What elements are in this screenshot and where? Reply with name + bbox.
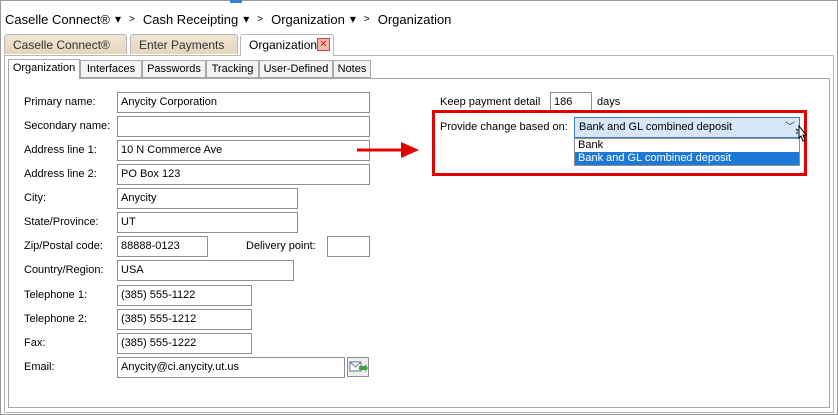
keep-payment-label: Keep payment detail: [440, 96, 541, 108]
tab-passwords[interactable]: Passwords: [142, 60, 206, 78]
breadcrumb-dropdown-icon[interactable]: ▾: [115, 12, 121, 26]
address2-field[interactable]: PO Box 123: [117, 164, 370, 185]
zip-field[interactable]: 88888-0123: [117, 236, 208, 257]
delivery-point-label: Delivery point:: [246, 240, 316, 252]
send-email-button[interactable]: [347, 357, 369, 377]
state-label: State/Province:: [24, 216, 99, 228]
telephone1-label: Telephone 1:: [24, 289, 87, 301]
chevron-down-icon[interactable]: ﹀: [785, 118, 795, 137]
provide-change-value: Bank and GL combined deposit: [579, 121, 733, 133]
address1-label: Address line 1:: [24, 144, 97, 156]
provide-change-options: Bank Bank and GL combined deposit: [574, 138, 800, 166]
option-bank[interactable]: Bank: [575, 139, 799, 152]
secondary-name-field[interactable]: [117, 116, 370, 137]
breadcrumb-dropdown-icon[interactable]: ▾: [350, 12, 356, 26]
top-accent: [230, 0, 242, 3]
doc-tab-label: Caselle Connect®: [13, 38, 110, 52]
zip-label: Zip/Postal code:: [24, 240, 103, 252]
breadcrumb-separator: >: [363, 13, 370, 25]
tab-organization[interactable]: Organization: [8, 59, 80, 79]
email-field[interactable]: Anycity@ci.anycity.ut.us: [117, 357, 345, 378]
doc-tab-caselle-connect[interactable]: Caselle Connect®: [4, 34, 127, 54]
close-icon[interactable]: ✕: [317, 38, 330, 51]
breadcrumb-separator: >: [257, 13, 264, 25]
breadcrumb-dropdown-icon[interactable]: ▾: [243, 12, 249, 26]
breadcrumb-item[interactable]: Organization: [271, 12, 345, 27]
telephone2-field[interactable]: (385) 555-1212: [117, 309, 252, 330]
primary-name-field[interactable]: Anycity Corporation: [117, 92, 370, 113]
address2-label: Address line 2:: [24, 168, 97, 180]
breadcrumb-item[interactable]: Organization: [378, 12, 452, 27]
doc-tab-enter-payments[interactable]: Enter Payments: [130, 34, 238, 54]
send-email-icon: [349, 361, 368, 372]
keep-payment-unit: days: [597, 96, 621, 108]
tab-tracking[interactable]: Tracking: [206, 60, 259, 78]
provide-change-dropdown[interactable]: Bank and GL combined deposit ﹀: [574, 117, 800, 138]
telephone1-field[interactable]: (385) 555-1122: [117, 285, 252, 306]
tab-user-defined[interactable]: User-Defined: [259, 60, 333, 78]
doc-tab-label: Enter Payments: [139, 38, 225, 52]
country-field[interactable]: USA: [117, 260, 294, 281]
breadcrumb-item[interactable]: Caselle Connect®: [5, 12, 110, 27]
delivery-point-field[interactable]: [327, 236, 370, 257]
state-field[interactable]: UT: [117, 212, 298, 233]
mouse-pointer-icon: [795, 125, 808, 142]
fax-field[interactable]: (385) 555-1222: [117, 333, 252, 354]
primary-name-label: Primary name:: [24, 96, 96, 108]
doc-tab-organization[interactable]: Organization ✕: [240, 34, 334, 56]
red-arrow-icon: [357, 142, 419, 158]
breadcrumb-item[interactable]: Cash Receipting: [143, 12, 238, 27]
city-label: City:: [24, 192, 46, 204]
telephone2-label: Telephone 2:: [24, 313, 87, 325]
breadcrumb-separator: >: [129, 13, 135, 25]
tab-notes[interactable]: Notes: [333, 60, 371, 78]
doc-tab-label: Organization: [249, 38, 318, 52]
address1-field[interactable]: 10 N Commerce Ave: [117, 140, 370, 161]
country-label: Country/Region:: [24, 264, 104, 276]
email-label: Email:: [24, 361, 55, 373]
provide-change-label: Provide change based on:: [440, 121, 568, 133]
breadcrumb: Caselle Connect® ▾ > Cash Receipting ▾ >…: [5, 10, 456, 28]
option-bank-gl-combined[interactable]: Bank and GL combined deposit: [575, 152, 799, 165]
fax-label: Fax:: [24, 337, 46, 349]
city-field[interactable]: Anycity: [117, 188, 298, 209]
tab-interfaces[interactable]: Interfaces: [80, 60, 142, 78]
secondary-name-label: Secondary name:: [24, 120, 111, 132]
